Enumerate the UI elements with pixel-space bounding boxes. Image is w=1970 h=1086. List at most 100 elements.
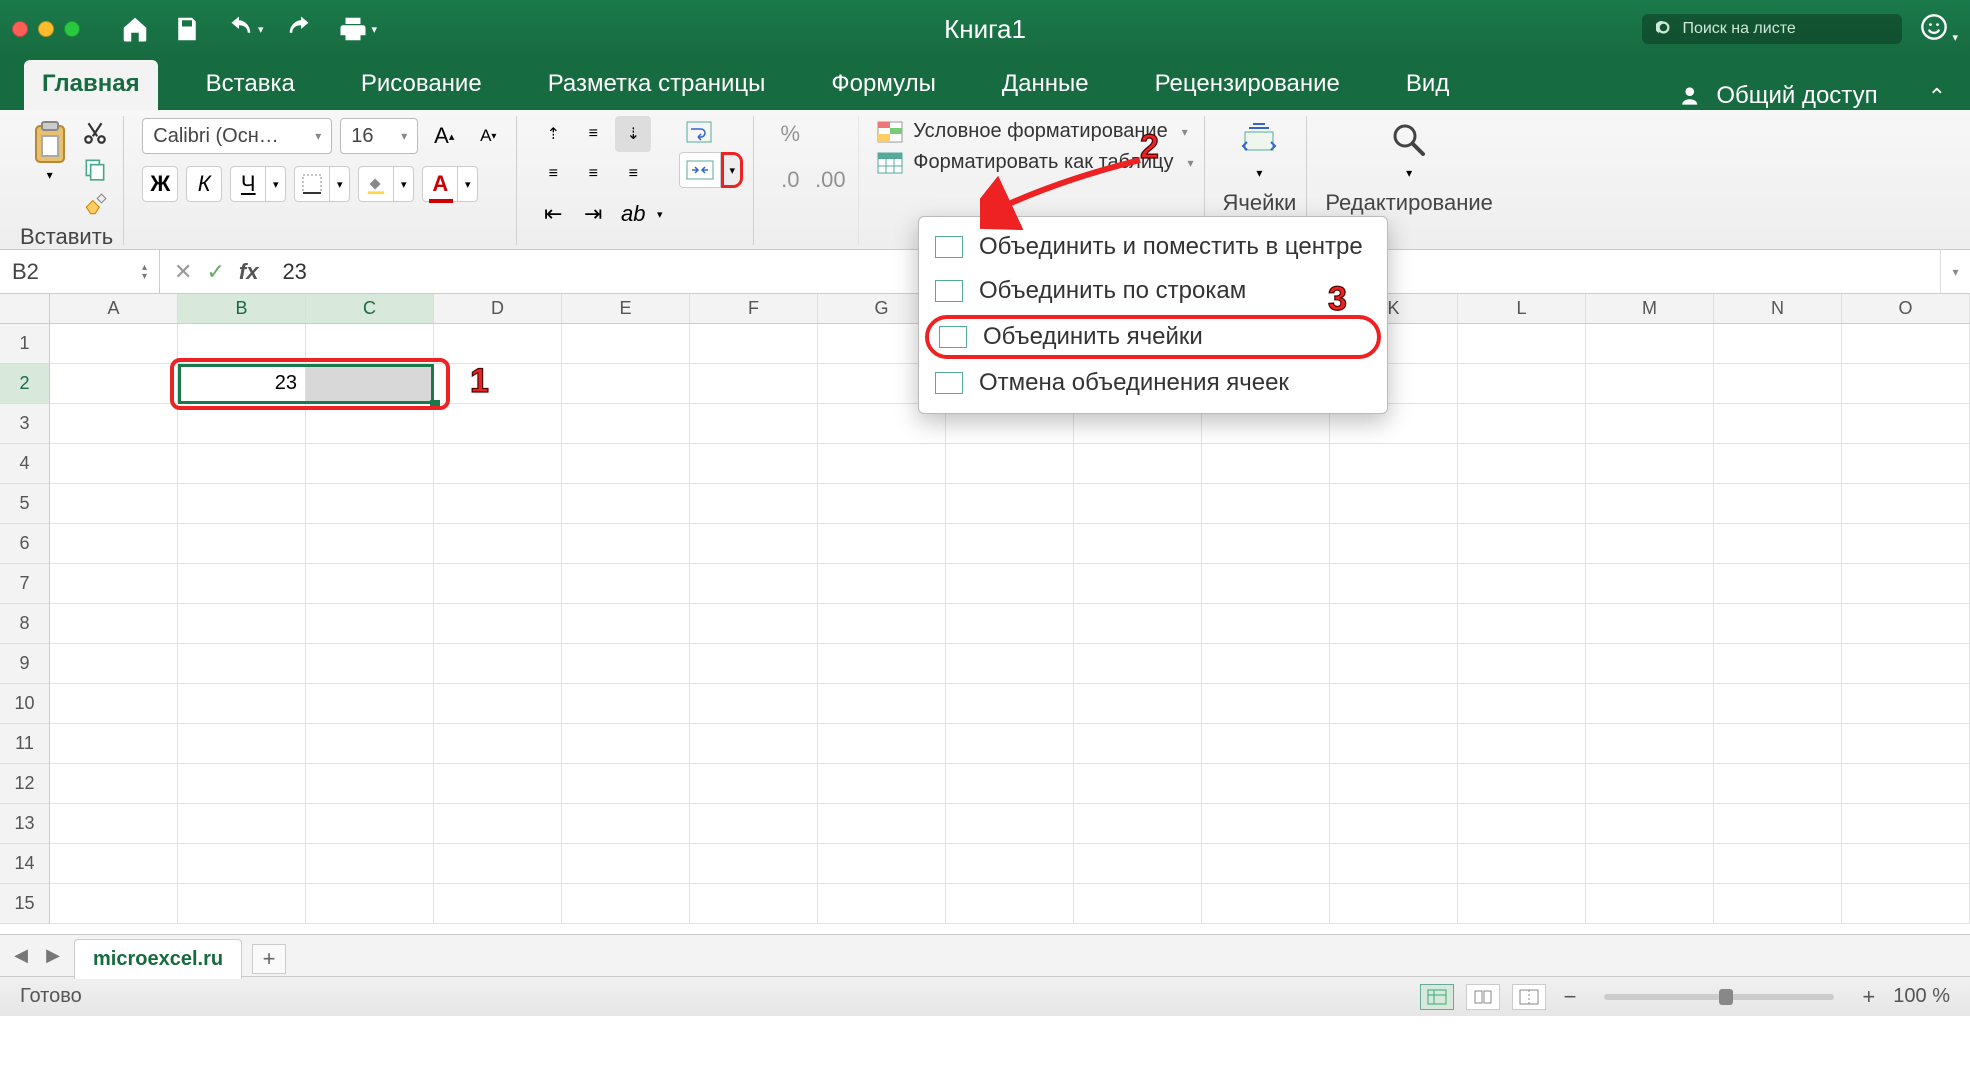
cell-D14[interactable] <box>434 844 562 884</box>
cell-E15[interactable] <box>562 884 690 924</box>
cell-N8[interactable] <box>1714 604 1842 644</box>
cell-O6[interactable] <box>1842 524 1970 564</box>
row-header-1[interactable]: 1 <box>0 324 50 364</box>
print-button[interactable]: ▾ <box>338 14 378 44</box>
wrap-text-button[interactable] <box>679 116 743 148</box>
increase-indent-icon[interactable]: ⇥ <box>575 196 611 232</box>
row-header-14[interactable]: 14 <box>0 844 50 884</box>
cell-L8[interactable] <box>1458 604 1586 644</box>
share-button[interactable]: Общий доступ <box>1680 82 1877 110</box>
cell-K4[interactable] <box>1330 444 1458 484</box>
cell-O4[interactable] <box>1842 444 1970 484</box>
cell-K15[interactable] <box>1330 884 1458 924</box>
cell-H10[interactable] <box>946 684 1074 724</box>
cell-C7[interactable] <box>306 564 434 604</box>
decrease-decimal-icon[interactable]: .00 <box>812 162 848 198</box>
collapse-ribbon-icon[interactable]: ⌃ <box>1928 84 1946 110</box>
cell-D3[interactable] <box>434 404 562 444</box>
copy-icon[interactable] <box>82 156 108 182</box>
cell-F1[interactable] <box>690 324 818 364</box>
cell-E2[interactable] <box>562 364 690 404</box>
name-box[interactable]: B2 ▴▾ <box>0 250 160 293</box>
unmerge-cells-item[interactable]: Отмена объединения ячеек <box>919 361 1387 405</box>
row-header-6[interactable]: 6 <box>0 524 50 564</box>
cell-B13[interactable] <box>178 804 306 844</box>
cell-L2[interactable] <box>1458 364 1586 404</box>
cell-L14[interactable] <box>1458 844 1586 884</box>
cell-C8[interactable] <box>306 604 434 644</box>
cell-J10[interactable] <box>1202 684 1330 724</box>
cell-C10[interactable] <box>306 684 434 724</box>
cell-N11[interactable] <box>1714 724 1842 764</box>
cell-L15[interactable] <box>1458 884 1586 924</box>
cell-E1[interactable] <box>562 324 690 364</box>
fullscreen-window-icon[interactable] <box>64 21 80 37</box>
cell-E4[interactable] <box>562 444 690 484</box>
cell-L7[interactable] <box>1458 564 1586 604</box>
bold-button[interactable]: Ж <box>142 166 178 202</box>
cell-L3[interactable] <box>1458 404 1586 444</box>
cell-D6[interactable] <box>434 524 562 564</box>
cell-M5[interactable] <box>1586 484 1714 524</box>
search-box[interactable]: Поиск на листе <box>1642 14 1902 44</box>
cell-K9[interactable] <box>1330 644 1458 684</box>
fx-icon[interactable]: fx <box>239 259 259 285</box>
cell-I5[interactable] <box>1074 484 1202 524</box>
orientation-dropdown[interactable]: ▾ <box>651 196 669 232</box>
row-header-9[interactable]: 9 <box>0 644 50 684</box>
column-header-L[interactable]: L <box>1458 294 1586 323</box>
cell-D8[interactable] <box>434 604 562 644</box>
page-break-view-icon[interactable] <box>1512 984 1546 1010</box>
cell-O14[interactable] <box>1842 844 1970 884</box>
cell-F15[interactable] <box>690 884 818 924</box>
tab-home[interactable]: Главная <box>24 60 158 110</box>
cell-F11[interactable] <box>690 724 818 764</box>
cell-E14[interactable] <box>562 844 690 884</box>
cell-I14[interactable] <box>1074 844 1202 884</box>
cell-J7[interactable] <box>1202 564 1330 604</box>
cell-F8[interactable] <box>690 604 818 644</box>
column-header-A[interactable]: A <box>50 294 178 323</box>
cell-H12[interactable] <box>946 764 1074 804</box>
align-bottom-icon[interactable]: ⇣ <box>615 116 651 152</box>
cell-I13[interactable] <box>1074 804 1202 844</box>
cell-F6[interactable] <box>690 524 818 564</box>
row-header-11[interactable]: 11 <box>0 724 50 764</box>
align-center-icon[interactable]: ≡ <box>575 156 611 192</box>
row-header-7[interactable]: 7 <box>0 564 50 604</box>
cell-I8[interactable] <box>1074 604 1202 644</box>
row-header-13[interactable]: 13 <box>0 804 50 844</box>
normal-view-icon[interactable] <box>1420 984 1454 1010</box>
add-sheet-button[interactable]: + <box>252 944 286 974</box>
cell-I4[interactable] <box>1074 444 1202 484</box>
column-header-O[interactable]: O <box>1842 294 1970 323</box>
cell-K7[interactable] <box>1330 564 1458 604</box>
redo-button[interactable] <box>286 14 316 44</box>
cell-N15[interactable] <box>1714 884 1842 924</box>
cell-N13[interactable] <box>1714 804 1842 844</box>
tab-insert[interactable]: Вставка <box>188 60 313 110</box>
undo-button[interactable]: ▾ <box>224 14 264 44</box>
merge-across-item[interactable]: Объединить по строкам <box>919 269 1387 313</box>
cell-H5[interactable] <box>946 484 1074 524</box>
row-header-8[interactable]: 8 <box>0 604 50 644</box>
cell-J6[interactable] <box>1202 524 1330 564</box>
cell-B1[interactable] <box>178 324 306 364</box>
cell-F14[interactable] <box>690 844 818 884</box>
cell-D5[interactable] <box>434 484 562 524</box>
cell-F4[interactable] <box>690 444 818 484</box>
cell-F12[interactable] <box>690 764 818 804</box>
borders-dropdown[interactable]: ▾ <box>330 166 350 202</box>
cell-N6[interactable] <box>1714 524 1842 564</box>
cell-N7[interactable] <box>1714 564 1842 604</box>
cell-A2[interactable] <box>50 364 178 404</box>
cell-G6[interactable] <box>818 524 946 564</box>
zoom-slider[interactable] <box>1604 994 1834 1000</box>
zoom-slider-thumb[interactable] <box>1719 989 1733 1005</box>
cell-A5[interactable] <box>50 484 178 524</box>
row-header-4[interactable]: 4 <box>0 444 50 484</box>
cell-H9[interactable] <box>946 644 1074 684</box>
cell-A15[interactable] <box>50 884 178 924</box>
increase-decimal-icon[interactable]: .0 <box>772 162 808 198</box>
merge-dropdown-button[interactable]: ▾ <box>721 152 743 188</box>
